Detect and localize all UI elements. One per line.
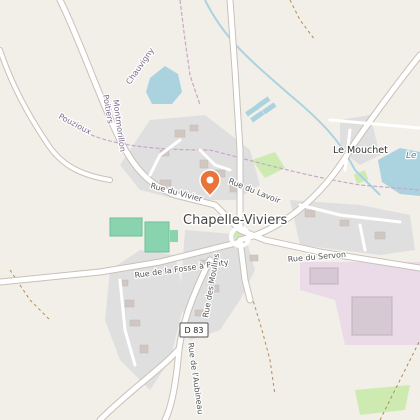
street-label-aubineau: Rue de l'Aubineau: [186, 342, 205, 415]
sports-pitch: [144, 221, 170, 253]
street-label-servon: Rue du Servon: [287, 250, 346, 264]
industrial-building: [309, 267, 339, 285]
locality-label-pouzioux: Pouzioux: [57, 112, 93, 137]
sports-pitch: [170, 230, 178, 242]
road-shield-d83: D 83: [179, 322, 209, 338]
grass-area: [355, 385, 410, 415]
sports-pitch: [109, 217, 143, 237]
railway-line: [179, 0, 201, 106]
place-label-village: Chapelle-Viviers: [183, 213, 288, 228]
water-label: Le: [406, 151, 417, 161]
industrial-building: [351, 296, 393, 336]
svg-text:D 83: D 83: [185, 326, 204, 335]
lake: [146, 66, 182, 104]
place-label-le-mouchet: Le Mouchet: [333, 145, 388, 156]
basins: [245, 96, 277, 123]
map-view[interactable]: Rue du Vivier Rue du Lavoir Rue de la Fo…: [0, 0, 420, 420]
